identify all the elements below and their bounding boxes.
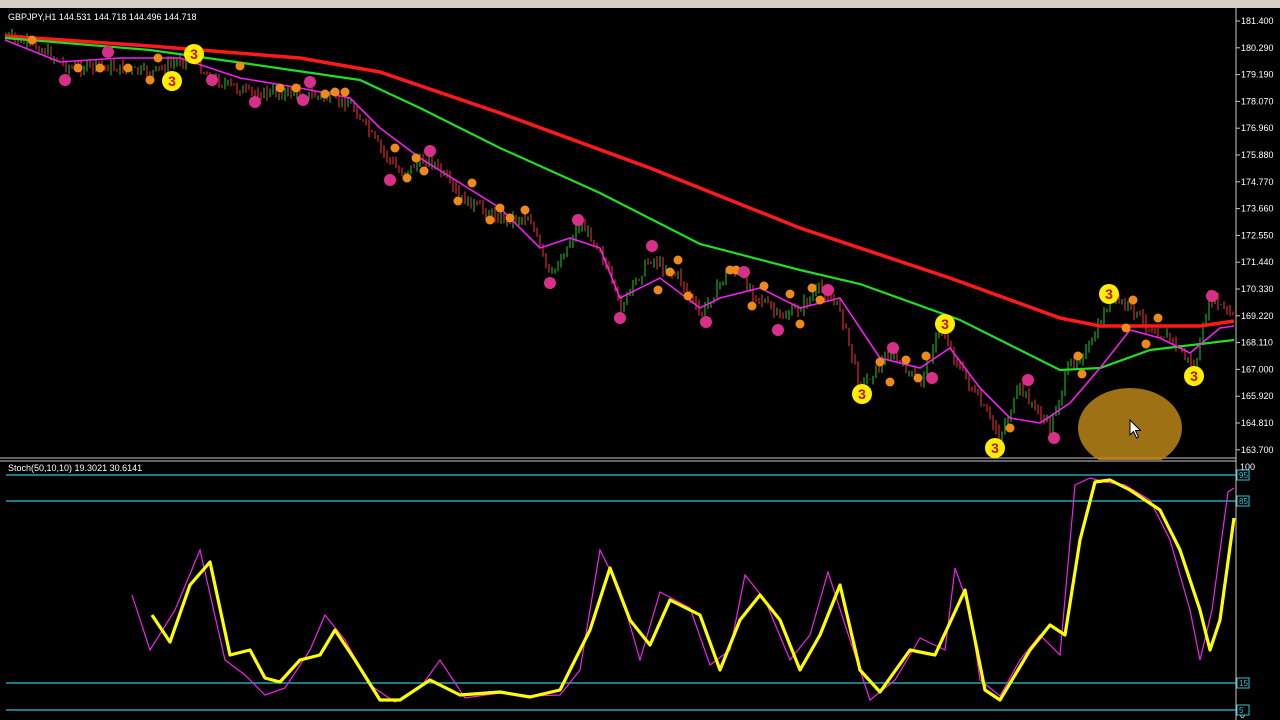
signal-dot	[887, 342, 899, 354]
signal-dot	[390, 143, 400, 153]
marker-label: 3	[991, 440, 999, 456]
signal-dot	[1128, 295, 1138, 305]
signal-dot	[815, 295, 825, 305]
signal-dot	[772, 324, 784, 336]
signal-dot	[572, 214, 584, 226]
price-label: 175.880	[1241, 150, 1274, 160]
signal-dot	[673, 255, 683, 265]
signal-dot	[926, 372, 938, 384]
price-chart[interactable]: GBPJPY,H1 144.531 144.718 144.496 144.71…	[0, 8, 1280, 460]
signal-dot	[738, 266, 750, 278]
arrow-cursor-icon	[1129, 419, 1142, 439]
signal-dot	[785, 289, 795, 299]
signal-dot	[544, 277, 556, 289]
price-label: 164.810	[1241, 418, 1274, 428]
signal-dot	[249, 96, 261, 108]
signal-dot	[759, 281, 769, 291]
price-label: 176.960	[1241, 123, 1274, 133]
price-label: 174.770	[1241, 177, 1274, 187]
marker-label: 3	[1105, 286, 1113, 302]
signal-dot	[340, 87, 350, 97]
price-label: 173.660	[1241, 204, 1274, 214]
signal-dot	[1073, 351, 1083, 361]
marker-label: 3	[858, 386, 866, 402]
signal-dot	[1077, 369, 1087, 379]
signal-dot	[424, 145, 436, 157]
indicator-level-label: 95	[1239, 471, 1248, 480]
signal-dot	[1141, 339, 1151, 349]
signal-dot	[485, 215, 495, 225]
signal-dot	[235, 61, 245, 71]
marker-label: 3	[941, 316, 949, 332]
indicator-level-label: 85	[1239, 497, 1248, 506]
signal-dot	[320, 89, 330, 99]
price-label: 181.400	[1241, 16, 1274, 26]
signal-dot	[520, 205, 530, 215]
price-label: 171.440	[1241, 257, 1274, 267]
signal-dot	[453, 196, 463, 206]
signal-dot	[27, 35, 37, 45]
signal-dot	[1005, 423, 1015, 433]
chart-header: GBPJPY,H1 144.531 144.718 144.496 144.71…	[8, 12, 197, 22]
signal-dot	[1121, 323, 1131, 333]
signal-dot	[653, 285, 663, 295]
signal-dot	[402, 173, 412, 183]
price-label: 169.220	[1241, 311, 1274, 321]
signal-dot	[123, 63, 133, 73]
signal-dot	[875, 357, 885, 367]
signal-dot	[206, 74, 218, 86]
signal-dot	[683, 291, 693, 301]
signal-dot	[614, 312, 626, 324]
indicator-header: Stoch(50,10,10) 19.3021 30.6141	[8, 463, 142, 473]
indicator-level-label: 15	[1239, 679, 1248, 688]
signal-dot	[1153, 313, 1163, 323]
price-label: 180.290	[1241, 43, 1274, 53]
signal-dot	[747, 301, 757, 311]
price-label: 168.110	[1241, 338, 1273, 348]
signal-dot	[419, 166, 429, 176]
signal-dot	[901, 355, 911, 365]
signal-dot	[795, 319, 805, 329]
signal-dot	[700, 316, 712, 328]
signal-dot	[1206, 290, 1218, 302]
marker-label: 3	[168, 73, 176, 89]
signal-dot	[807, 283, 817, 293]
signal-dot	[1048, 432, 1060, 444]
signal-dot	[304, 76, 316, 88]
signal-dot	[153, 53, 163, 63]
signal-dot	[921, 351, 931, 361]
signal-dot	[59, 74, 71, 86]
price-label: 163.700	[1241, 445, 1274, 455]
price-label: 170.330	[1241, 284, 1274, 294]
signal-dot	[913, 373, 923, 383]
signal-dot	[275, 83, 285, 93]
signal-dot	[646, 240, 658, 252]
marker-label: 3	[1190, 368, 1198, 384]
signal-dot	[411, 153, 421, 163]
price-label: 178.070	[1241, 96, 1274, 106]
signal-dot	[505, 213, 515, 223]
signal-dot	[291, 83, 301, 93]
signal-dot	[73, 63, 83, 73]
marker-label: 3	[190, 46, 198, 62]
price-label: 172.550	[1241, 230, 1274, 240]
price-label: 179.190	[1241, 70, 1274, 80]
signal-dot	[822, 284, 834, 296]
signal-dot	[495, 203, 505, 213]
signal-dot	[467, 178, 477, 188]
signal-dot	[885, 377, 895, 387]
signal-dot	[145, 75, 155, 85]
indicator-level-label: 5	[1239, 706, 1244, 715]
signal-dot	[384, 174, 396, 186]
price-label: 167.000	[1241, 364, 1274, 374]
signal-dot	[665, 267, 675, 277]
price-label: 165.920	[1241, 391, 1274, 401]
signal-dot	[95, 63, 105, 73]
stochastic-panel[interactable]: Stoch(50,10,10) 19.3021 30.6141 100 0 95…	[0, 460, 1280, 720]
signal-dot	[1022, 374, 1034, 386]
signal-dot	[297, 94, 309, 106]
signal-dot	[330, 87, 340, 97]
signal-dot	[102, 46, 114, 58]
